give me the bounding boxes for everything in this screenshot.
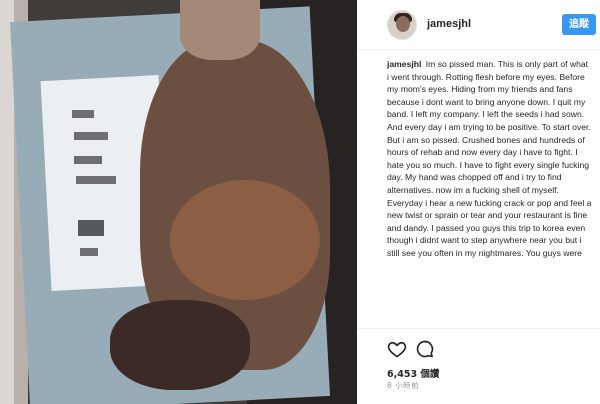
post-timestamp[interactable]: 8 小時前 <box>387 380 419 391</box>
comment-bubble-icon[interactable] <box>415 339 435 359</box>
pixelated-text <box>74 132 108 140</box>
caption-username[interactable]: jamesjhl <box>387 59 421 69</box>
pixelated-text <box>76 176 116 184</box>
likes-count[interactable]: 6,453 個讚 <box>387 366 439 380</box>
follow-button[interactable]: 追蹤 <box>562 14 596 35</box>
pixelated-text <box>78 220 104 236</box>
heart-icon[interactable] <box>387 339 407 359</box>
avatar[interactable] <box>387 10 417 40</box>
pixelated-text <box>74 156 102 164</box>
post-details-panel: jamesjhl 追蹤 jamesjhl Im so pissed man. T… <box>357 0 600 404</box>
pixelated-text <box>72 110 94 118</box>
pixelated-text <box>80 248 98 256</box>
post-image[interactable] <box>0 0 357 404</box>
post-caption: jamesjhl Im so pissed man. This is only … <box>387 58 592 326</box>
username[interactable]: jamesjhl <box>427 18 471 30</box>
post-actions: 6,453 個讚 8 小時前 <box>357 328 600 404</box>
caption-text: Im so pissed man. This is only part of w… <box>387 59 592 258</box>
pixelated-subject-shadow <box>110 300 250 390</box>
pixelated-subject-highlight <box>170 180 320 300</box>
post-header: jamesjhl 追蹤 <box>357 0 600 50</box>
avatar-face <box>396 16 410 32</box>
pixelated-subject-top <box>180 0 260 60</box>
